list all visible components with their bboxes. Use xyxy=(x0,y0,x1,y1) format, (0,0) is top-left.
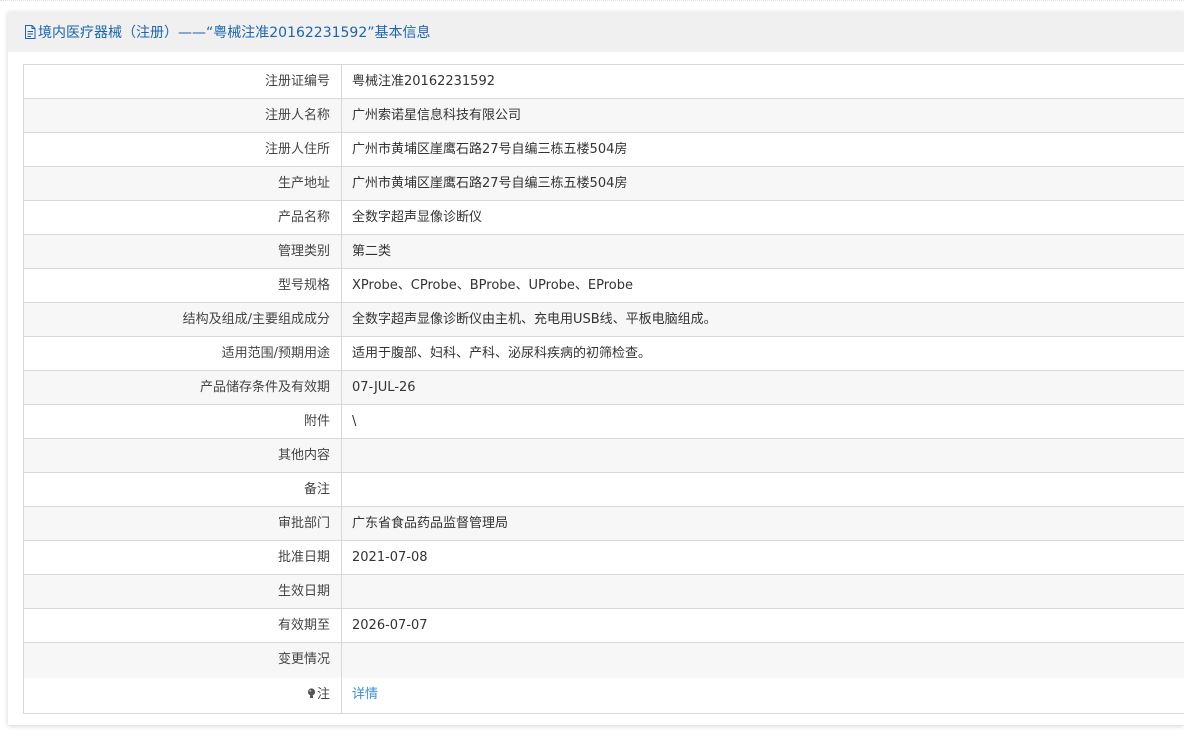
row-label: 审批部门 xyxy=(24,507,342,540)
row-value: 全数字超声显像诊断仪由主机、充电用USB线、平板电脑组成。 xyxy=(352,312,717,327)
row-label: 产品储存条件及有效期 xyxy=(24,371,342,404)
row-label: 注册人名称 xyxy=(24,99,342,132)
row-label: 批准日期 xyxy=(24,541,342,574)
row-label: 其他内容 xyxy=(24,439,342,472)
row-value: 广州市黄埔区崖鹰石路27号自编三栋五楼504房 xyxy=(352,176,628,191)
row-label: 有效期至 xyxy=(24,609,342,642)
details-link[interactable]: 详情 xyxy=(352,687,378,702)
row-value xyxy=(342,643,1184,678)
info-table: 注册证编号 粤械注准20162231592 注册人名称 广州索诺星信息科技有限公司 注册… xyxy=(23,64,1184,714)
row-label: 注册人住所 xyxy=(24,133,342,166)
panel-header: 境内医疗器械（注册）——“粤械注准20162231592”基本信息 xyxy=(8,12,1184,52)
row-value: XProbe、CProbe、BProbe、UProbe、EProbe xyxy=(352,278,633,293)
row-value: 第二类 xyxy=(352,244,392,259)
table-row: 产品名称 全数字超声显像诊断仪 xyxy=(24,201,1184,235)
row-value: \ xyxy=(352,414,357,429)
table-row: 管理类别 第二类 xyxy=(24,235,1184,269)
row-value: 适用于腹部、妇科、产科、泌尿科疾病的初筛检查。 xyxy=(352,346,652,361)
document-icon xyxy=(24,25,36,39)
row-value: 2021-07-08 xyxy=(352,550,428,565)
table-row: 生效日期 xyxy=(24,575,1184,609)
row-value: 全数字超声显像诊断仪 xyxy=(352,210,483,225)
row-label: 适用范围/预期用途 xyxy=(24,337,342,370)
row-label: 注 xyxy=(24,678,342,713)
row-label: 产品名称 xyxy=(24,201,342,234)
table-row: 有效期至 2026-07-07 xyxy=(24,609,1184,643)
row-value: 广州市黄埔区崖鹰石路27号自编三栋五楼504房 xyxy=(352,142,628,157)
table-row: 生产地址 广州市黄埔区崖鹰石路27号自编三栋五楼504房 xyxy=(24,167,1184,201)
row-value: 广州索诺星信息科技有限公司 xyxy=(352,108,522,123)
table-row: 变更情况 xyxy=(24,643,1184,678)
row-value xyxy=(342,473,1184,506)
table-row: 附件 \ xyxy=(24,405,1184,439)
row-value: 详情 xyxy=(342,678,1184,713)
page-title: 境内医疗器械（注册）——“粤械注准20162231592”基本信息 xyxy=(38,25,431,41)
row-label: 备注 xyxy=(24,473,342,506)
row-label: 结构及组成/主要组成成分 xyxy=(24,303,342,336)
row-label: 生效日期 xyxy=(24,575,342,608)
row-value xyxy=(342,439,1184,472)
table-row: 批准日期 2021-07-08 xyxy=(24,541,1184,575)
row-label: 管理类别 xyxy=(24,235,342,268)
row-label: 生产地址 xyxy=(24,167,342,200)
row-label: 附件 xyxy=(24,405,342,438)
row-value xyxy=(342,575,1184,608)
row-value: 广东省食品药品监督管理局 xyxy=(352,516,509,531)
row-label: 注册证编号 xyxy=(24,65,342,98)
detail-panel: 境内医疗器械（注册）——“粤械注准20162231592”基本信息 注册证编号粤… xyxy=(8,12,1184,725)
bulb-icon xyxy=(307,679,316,698)
row-label: 型号规格 xyxy=(24,269,342,302)
table-row: 审批部门 广东省食品药品监督管理局 xyxy=(24,507,1184,541)
top-dotted-divider xyxy=(0,0,1184,2)
table-row: 备注 xyxy=(24,473,1184,507)
row-label: 变更情况 xyxy=(24,643,342,678)
row-value: 粤械注准20162231592 xyxy=(352,74,495,89)
table-row: 型号规格 XProbe、CProbe、BProbe、UProbe、EProbe xyxy=(24,269,1184,303)
table-row: 产品储存条件及有效期 07-JUL-26 xyxy=(24,371,1184,405)
table-row-note: 注 详情 xyxy=(24,678,1184,713)
table-row: 注册人住所 广州市黄埔区崖鹰石路27号自编三栋五楼504房 xyxy=(24,133,1184,167)
table-row: 注册人名称 广州索诺星信息科技有限公司 xyxy=(24,99,1184,133)
table-row: 结构及组成/主要组成成分 全数字超声显像诊断仪由主机、充电用USB线、平板电脑组成… xyxy=(24,303,1184,337)
table-row: 适用范围/预期用途 适用于腹部、妇科、产科、泌尿科疾病的初筛检查。 xyxy=(24,337,1184,371)
table-row: 注册证编号 粤械注准20162231592 xyxy=(24,65,1184,99)
row-value: 07-JUL-26 xyxy=(352,380,416,395)
row-value: 2026-07-07 xyxy=(352,618,428,633)
table-row: 其他内容 xyxy=(24,439,1184,473)
